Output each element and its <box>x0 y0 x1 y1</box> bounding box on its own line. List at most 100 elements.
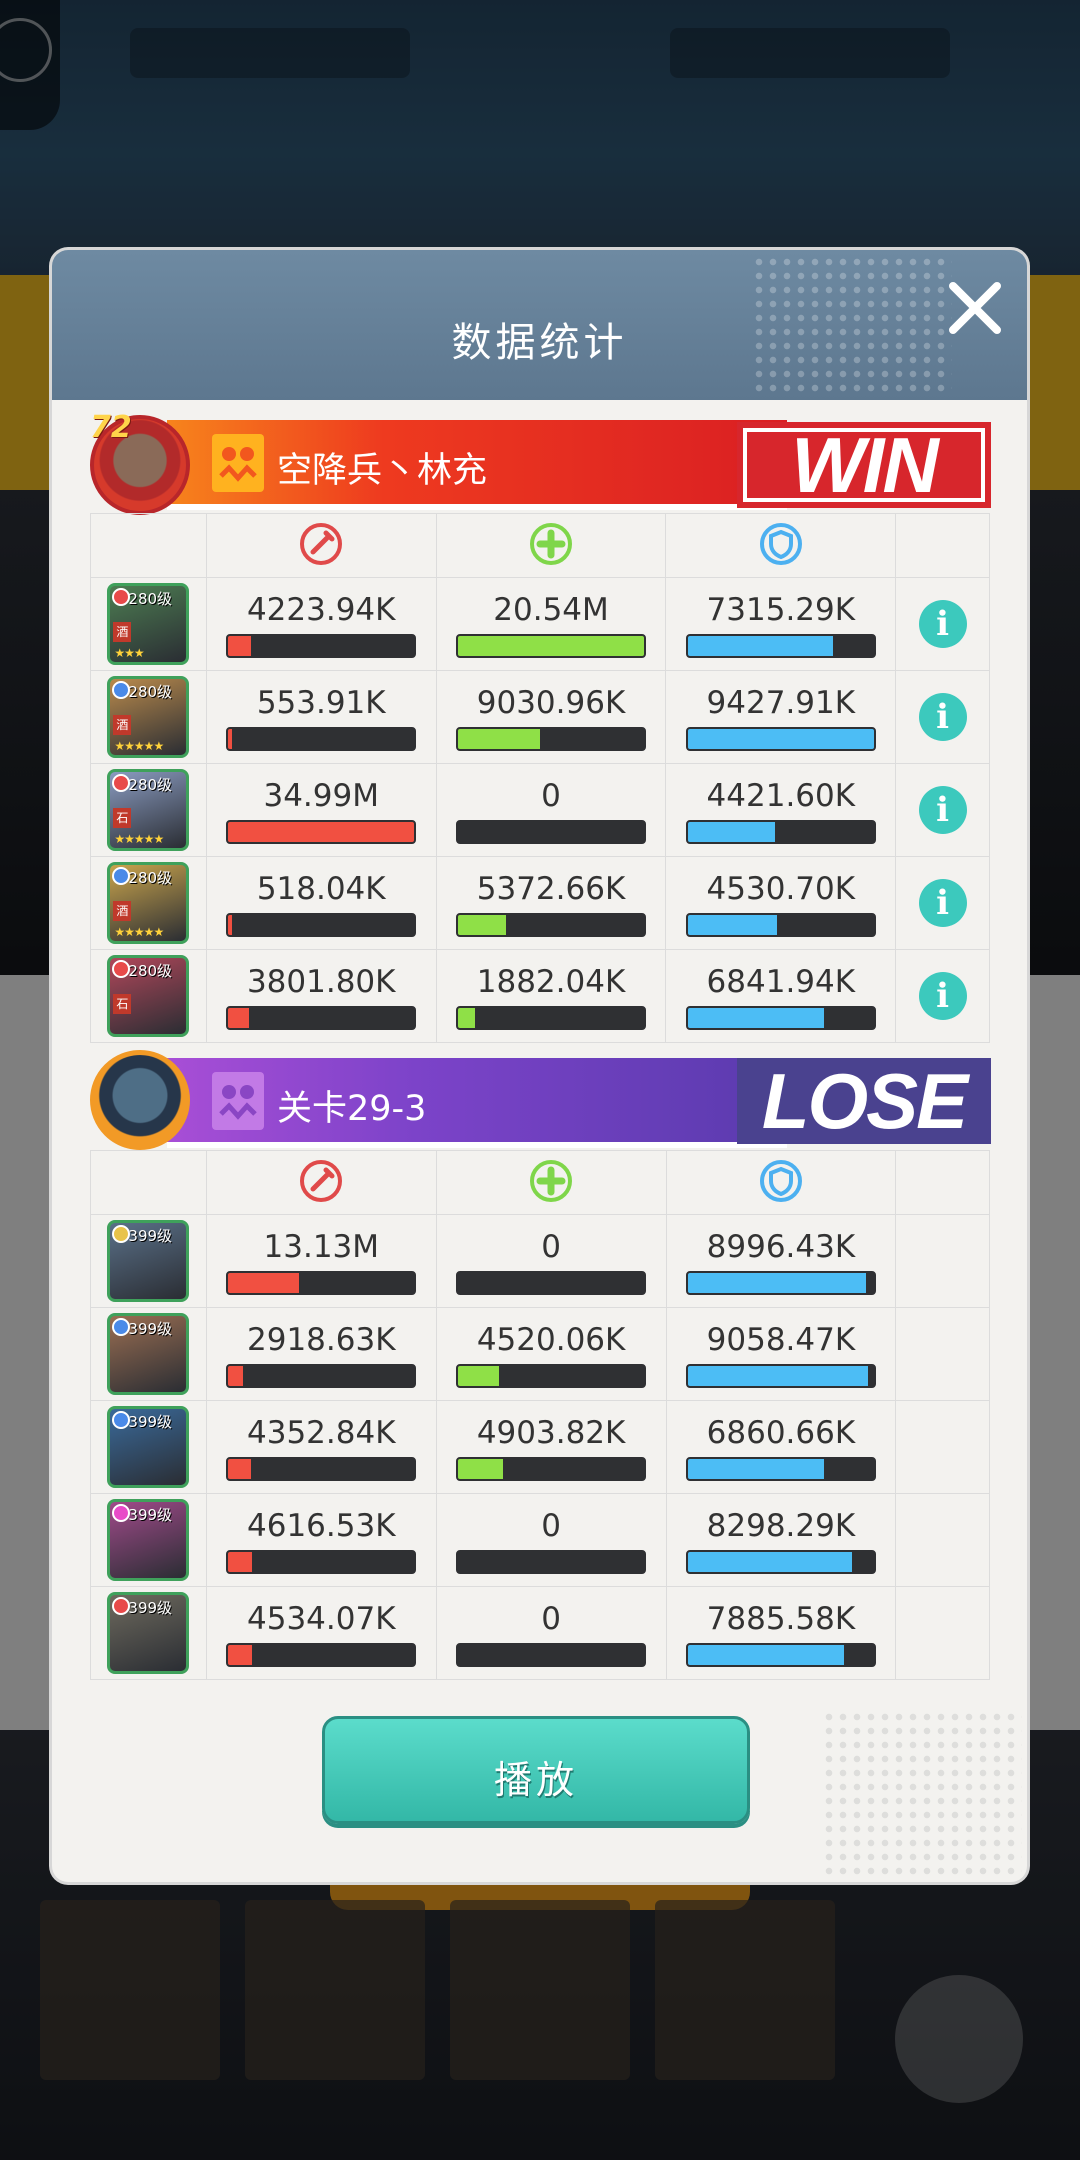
heal-bar-fill <box>458 915 507 935</box>
damage-bar <box>226 820 417 844</box>
damage-value: 4352.84K <box>247 1415 396 1451</box>
hero-stat-row: 399级 4352.84K 4903.82K 6860.66K <box>90 1400 990 1494</box>
defense-bar <box>685 634 876 658</box>
corner-pattern <box>822 1710 1022 1880</box>
damage-bar <box>226 1364 417 1388</box>
heal-value: 0 <box>541 1229 561 1265</box>
heal-bar-fill <box>458 1459 503 1479</box>
close-button[interactable] <box>945 278 1005 338</box>
hero-level: 280级 <box>128 962 173 980</box>
defense-value: 4530.70K <box>706 871 856 907</box>
damage-value: 553.91K <box>256 685 386 721</box>
hero-class-tag: 石 <box>113 808 132 828</box>
defense-value: 8996.43K <box>706 1229 856 1265</box>
damage-value: 3801.80K <box>246 964 396 1000</box>
heal-bar <box>456 1364 647 1388</box>
damage-bar-fill <box>228 1366 244 1386</box>
hero-class-tag: 酒 <box>113 715 132 735</box>
team-emblem-icon <box>212 434 264 492</box>
defense-value: 9427.91K <box>706 685 856 721</box>
heal-bar-fill <box>458 636 645 656</box>
hero-portrait[interactable]: 399级 <box>107 1406 190 1488</box>
hero-stat-row: 280级酒 ★★★★★ 518.04K 5372.66K 4530.70K i <box>90 856 990 950</box>
hero-portrait[interactable]: 280级石 ★★★★★ <box>107 769 190 851</box>
sword-icon <box>300 522 343 565</box>
heal-bar <box>456 820 647 844</box>
hero-level: 280级 <box>128 683 173 701</box>
hero-portrait[interactable]: 280级酒 ★★★★★ <box>107 862 190 944</box>
heal-value: 4903.82K <box>476 1415 626 1451</box>
hero-stat-row: 280级石 3801.80K 1882.04K 6841.94K i <box>90 949 990 1043</box>
hero-portrait[interactable]: 399级 <box>107 1313 190 1395</box>
info-icon[interactable]: i <box>918 693 967 741</box>
hero-portrait[interactable]: 280级酒 ★★★★★ <box>107 676 190 758</box>
damage-bar <box>226 1550 417 1574</box>
hero-class-tag: 酒 <box>113 622 132 642</box>
heal-value: 4520.06K <box>476 1322 626 1358</box>
defense-bar <box>685 1550 876 1574</box>
hero-portrait[interactable]: 399级 <box>107 1592 190 1674</box>
hero-class-tag: 酒 <box>113 901 132 921</box>
defense-bar-fill <box>687 1273 867 1293</box>
heal-bar <box>456 1643 647 1667</box>
dialog-title: 数据统计 <box>451 320 628 366</box>
info-icon[interactable]: i <box>918 786 967 834</box>
defense-value: 4421.60K <box>706 778 856 814</box>
heal-value: 20.54M <box>493 592 609 628</box>
damage-value: 4616.53K <box>247 1508 396 1544</box>
info-icon[interactable]: i <box>918 600 967 648</box>
defense-bar-fill <box>687 729 874 749</box>
damage-value: 4534.07K <box>247 1601 396 1637</box>
defense-bar <box>685 1271 876 1295</box>
team-emblem-icon <box>212 1072 264 1130</box>
heal-value: 0 <box>541 1508 561 1544</box>
hero-stars: ★★★★★ <box>114 739 164 753</box>
hero-stat-row: 280级酒 ★★★ 4223.94K 20.54M 7315.29K i <box>90 577 990 671</box>
damage-bar <box>226 1457 417 1481</box>
play-button-label: 播放 <box>493 1758 578 1802</box>
damage-bar-fill <box>228 1008 249 1028</box>
hero-portrait[interactable]: 399级 <box>107 1499 190 1581</box>
damage-bar-fill <box>228 822 415 842</box>
heal-value: 0 <box>541 778 561 814</box>
hero-level: 280级 <box>128 869 173 887</box>
info-icon[interactable]: i <box>918 879 967 927</box>
plus-cross-icon <box>530 522 573 565</box>
heal-bar-fill <box>458 729 540 749</box>
defense-value: 6841.94K <box>706 964 856 1000</box>
team-name: 关卡29-3 <box>277 1089 427 1129</box>
damage-value: 2918.63K <box>247 1322 396 1358</box>
damage-bar-fill <box>228 1459 251 1479</box>
hero-stars: ★★★ <box>114 646 144 660</box>
heal-bar <box>456 1457 647 1481</box>
damage-bar-fill <box>228 636 251 656</box>
damage-bar-fill <box>228 1645 253 1665</box>
defense-bar-fill <box>687 636 833 656</box>
win-team-stats-table: 280级酒 ★★★ 4223.94K 20.54M 7315.29K i 280级酒 ★★★★… <box>90 513 990 1043</box>
damage-value: 518.04K <box>256 871 386 907</box>
defense-bar-fill <box>687 915 778 935</box>
play-button[interactable]: 播放 <box>322 1716 750 1824</box>
hero-portrait[interactable]: 280级酒 ★★★ <box>107 583 190 665</box>
player-level-badge: 72 <box>90 410 132 445</box>
hero-stat-row: 280级石 ★★★★★ 34.99M 0 4421.60K i <box>90 763 990 857</box>
hero-level: 399级 <box>128 1506 173 1524</box>
team-banner-lose: 关卡29-3 <box>167 1058 787 1148</box>
defense-bar-fill <box>687 1459 824 1479</box>
defense-bar <box>685 1006 876 1030</box>
damage-bar <box>226 913 417 937</box>
damage-bar-fill <box>228 1273 299 1293</box>
heal-value: 0 <box>541 1601 561 1637</box>
sword-icon <box>300 1159 343 1202</box>
info-icon[interactable]: i <box>918 972 967 1020</box>
defense-bar-fill <box>687 1366 869 1386</box>
heal-bar <box>456 1271 647 1295</box>
shield-icon <box>759 522 802 565</box>
enemy-avatar <box>90 1050 190 1150</box>
defense-bar-fill <box>687 1552 852 1572</box>
damage-bar <box>226 727 417 751</box>
hero-portrait[interactable]: 399级 <box>107 1220 190 1302</box>
defense-value: 6860.66K <box>706 1415 856 1451</box>
hero-portrait[interactable]: 280级石 <box>107 955 190 1037</box>
hero-level: 399级 <box>128 1227 173 1245</box>
